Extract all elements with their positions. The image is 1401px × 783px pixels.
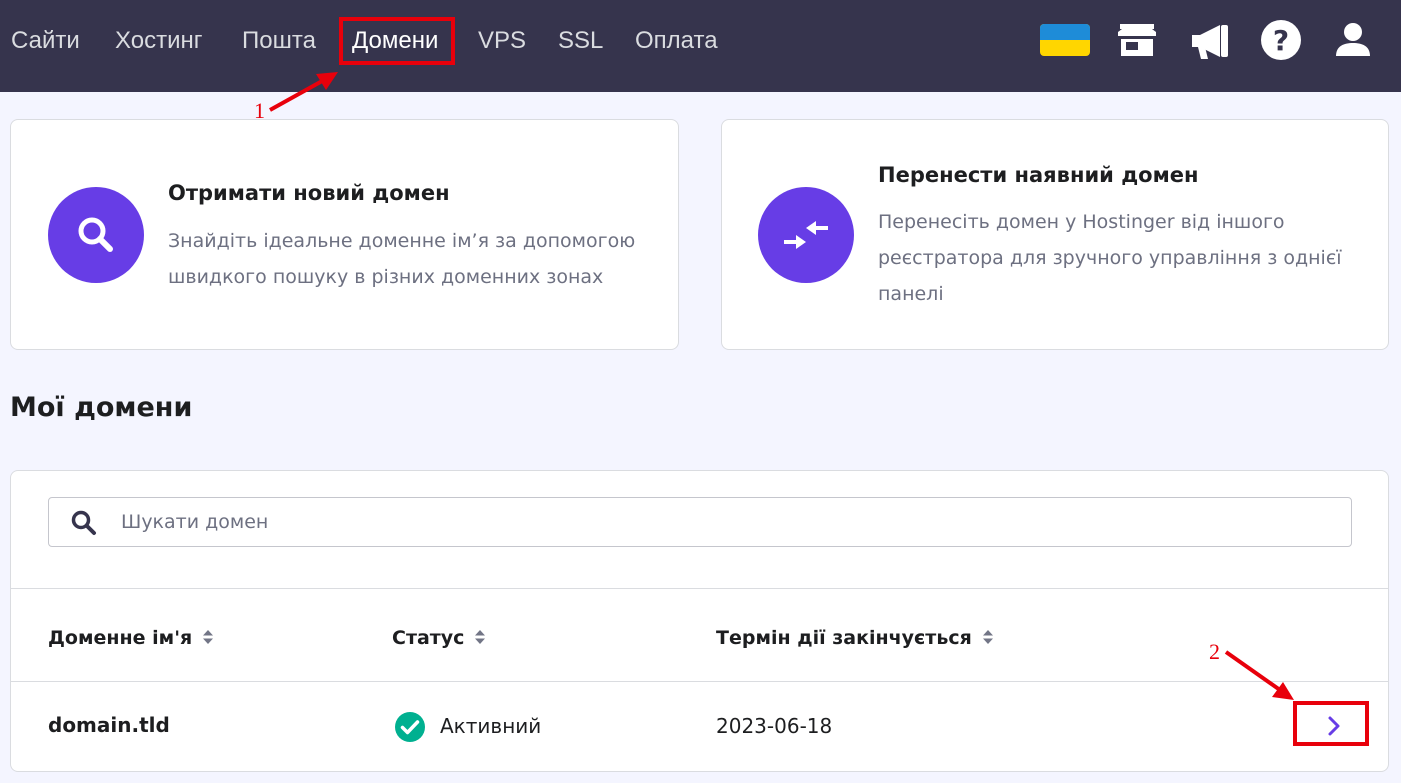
annotation-arrow-2 <box>1224 650 1294 700</box>
